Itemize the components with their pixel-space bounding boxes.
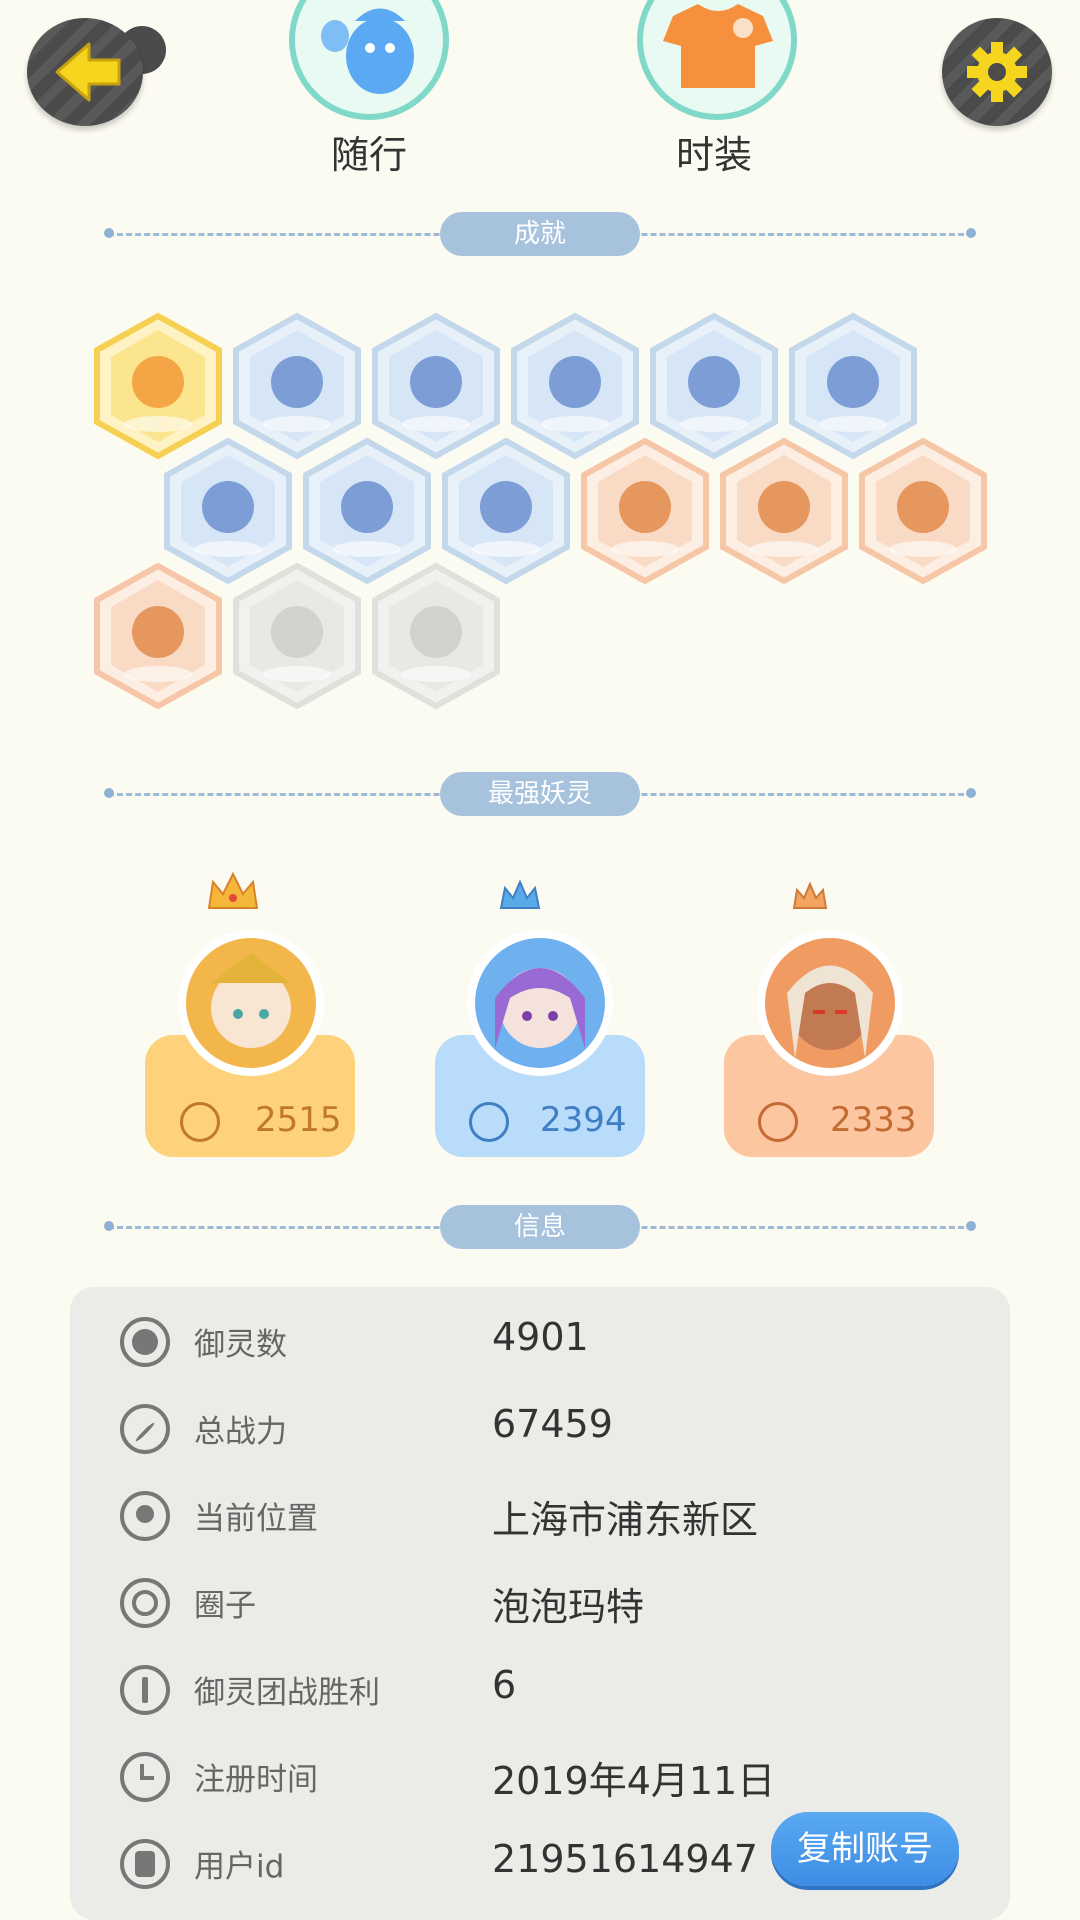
sword-icon <box>469 1102 509 1142</box>
hexagon-badge-icon <box>233 562 361 710</box>
section-title-strongest-spirits: 最强妖灵 <box>440 772 640 816</box>
clock-icon <box>120 1752 170 1802</box>
info-label: 当前位置 <box>194 1501 318 1537</box>
copy-account-button[interactable]: 复制账号 <box>771 1812 959 1886</box>
divider-dot <box>104 228 114 238</box>
spirit-power: 2394 <box>540 1100 627 1140</box>
hexagon-badge-icon <box>720 437 848 585</box>
section-title-achievements: 成就 <box>440 212 640 256</box>
info-row-team-battle-wins: 御灵团战胜利 6 <box>70 1655 1010 1725</box>
info-row-spirit-count: 御灵数 4901 <box>70 1307 1010 1377</box>
circle-icon <box>120 1578 170 1628</box>
divider-dot <box>104 1221 114 1231</box>
companion-spirit-icon <box>321 8 414 94</box>
info-row-circle: 圈子 泡泡玛特 <box>70 1568 1010 1638</box>
scroll-badge[interactable] <box>858 437 988 585</box>
sword-icon <box>180 1102 220 1142</box>
info-label: 总战力 <box>194 1414 287 1450</box>
section-title-info: 信息 <box>440 1205 640 1249</box>
location-pin-icon <box>120 1491 170 1541</box>
id-card-icon <box>120 1839 170 1889</box>
info-label: 御灵数 <box>194 1327 287 1363</box>
info-label: 用户id <box>194 1849 285 1885</box>
team-battle-icon <box>120 1665 170 1715</box>
hexagon-badge-icon <box>372 562 500 710</box>
book-badge[interactable] <box>93 562 223 710</box>
spirit-avatar <box>757 930 903 1076</box>
divider-dot <box>966 228 976 238</box>
fish-badge[interactable] <box>232 562 362 710</box>
shirt-icon <box>663 4 773 88</box>
hexagon-badge-icon <box>581 437 709 585</box>
info-row-location: 当前位置 上海市浦东新区 <box>70 1481 1010 1551</box>
info-label: 圈子 <box>194 1588 256 1624</box>
companion-label: 随行 <box>330 133 407 177</box>
demon-badge[interactable] <box>371 562 501 710</box>
fashion-button[interactable] <box>637 0 797 120</box>
info-value: 4901 <box>492 1315 589 1359</box>
info-label: 注册时间 <box>194 1762 318 1798</box>
crystal-badge[interactable] <box>719 437 849 585</box>
info-value: 21951614947 <box>492 1837 758 1881</box>
spirit-power: 2515 <box>255 1100 342 1140</box>
info-value: 泡泡玛特 <box>492 1585 645 1629</box>
spirit-avatar <box>178 930 324 1076</box>
info-value: 67459 <box>492 1402 613 1446</box>
spirit-count-icon <box>120 1317 170 1367</box>
bronze-crown-icon <box>792 882 828 909</box>
info-value: 2019年4月11日 <box>492 1759 776 1803</box>
gear-icon <box>967 42 1027 102</box>
moon-badge[interactable] <box>580 437 710 585</box>
silver-crown-icon <box>499 879 541 909</box>
arrow-left-icon <box>55 42 121 102</box>
sword-icon <box>120 1404 170 1454</box>
info-row-register-date: 注册时间 2019年4月11日 <box>70 1742 1010 1812</box>
spirit-power: 2333 <box>830 1100 917 1140</box>
fashion-label: 时装 <box>675 133 752 177</box>
info-value: 6 <box>492 1663 517 1707</box>
back-button[interactable] <box>27 18 143 126</box>
hexagon-badge-icon <box>94 562 222 710</box>
info-value: 上海市浦东新区 <box>492 1498 759 1542</box>
spirit-avatar <box>467 930 613 1076</box>
gold-crown-icon <box>207 871 259 909</box>
hexagon-badge-icon <box>859 437 987 585</box>
divider-dot <box>104 788 114 798</box>
divider-dot <box>966 1221 976 1231</box>
settings-button[interactable] <box>942 18 1052 126</box>
info-label: 御灵团战胜利 <box>194 1675 380 1711</box>
sword-icon <box>758 1102 798 1142</box>
info-row-total-power: 总战力 67459 <box>70 1394 1010 1464</box>
companion-button[interactable] <box>289 0 449 120</box>
divider-dot <box>966 788 976 798</box>
